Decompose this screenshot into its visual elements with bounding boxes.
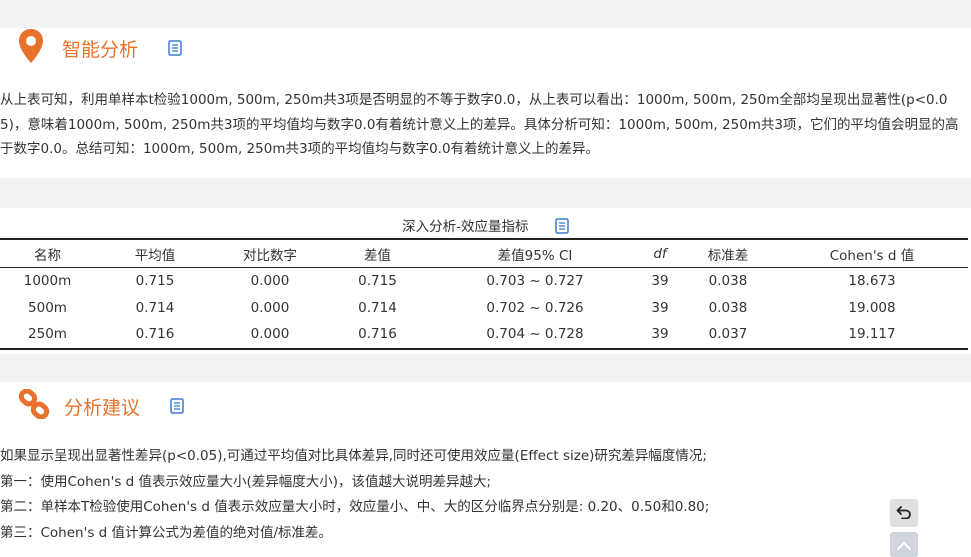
table-cell: 0.715 [135, 273, 175, 290]
document-icon[interactable] [170, 398, 184, 414]
table-row: 500m 0.714 0.000 0.714 0.702 ~ 0.726 39 … [0, 295, 968, 322]
table-cell: 18.673 [848, 273, 896, 290]
table-cell: 0.000 [250, 299, 290, 316]
suggestions-list: 如果显示呈现出显著性差异(p<0.05),可通过平均值对比具体差异,同时还可使用… [0, 444, 709, 546]
suggestion-item: 第三：Cohen's d 值计算公式为差值的绝对值/标准差。 [0, 524, 333, 541]
table-cell: 0.703 ~ 0.727 [486, 273, 584, 290]
location-pin-icon [18, 28, 44, 68]
link-chain-icon [18, 388, 50, 423]
undo-arrow-icon [896, 504, 912, 523]
header-cell: 差值 [364, 247, 391, 264]
table-header-row: 名称 平均值 对比数字 差值 差值95% CI df 标准差 Cohen's d… [0, 240, 968, 268]
scroll-top-button[interactable] [890, 532, 918, 557]
table-cell: 0.714 [358, 299, 397, 316]
table-cell: 19.008 [848, 299, 896, 316]
table-row: 250m 0.716 0.000 0.716 0.704 ~ 0.728 39 … [0, 321, 968, 348]
table-cell: 0.702 ~ 0.726 [486, 299, 584, 316]
suggestion-item: 如果显示呈现出显著性差异(p<0.05),可通过平均值对比具体差异,同时还可使用… [0, 448, 707, 464]
table-cell: 19.117 [848, 326, 896, 343]
table-row: 1000m 0.715 0.000 0.715 0.703 ~ 0.727 39… [0, 268, 968, 295]
header-cell: 差值95% CI [497, 247, 573, 264]
table-cell: 250m [28, 326, 67, 343]
table-cell: 0.000 [250, 326, 290, 343]
analysis-line: 从上表可知，利用单样本t检验1000m, 500m, 250m共3项是否明显的不… [0, 92, 948, 108]
document-icon[interactable] [555, 218, 569, 234]
analysis-line: 5)，意味着1000m, 500m, 250m共3项的平均值均与数字0.0有着统… [0, 116, 959, 133]
header-cell: 平均值 [134, 247, 176, 264]
table-cell: 0.000 [250, 273, 290, 290]
table-cell: 0.715 [358, 273, 397, 290]
header-cell: 名称 [34, 247, 61, 264]
effect-size-table: 名称 平均值 对比数字 差值 差值95% CI df 标准差 Cohen's d… [0, 238, 968, 350]
suggestions-header: 分析建议 [18, 386, 184, 426]
header-cell: df [653, 245, 667, 262]
table-title-text: 深入分析-效应量指标 [402, 219, 529, 235]
table-cell: 0.037 [708, 326, 748, 343]
back-button[interactable] [890, 499, 918, 527]
table-cell: 0.704 ~ 0.728 [486, 326, 584, 343]
suggestions-title: 分析建议 [64, 396, 141, 419]
chevron-up-icon [896, 535, 912, 554]
header-cell: Cohen's d 值 [829, 247, 915, 264]
header-cell: 对比数字 [243, 247, 297, 264]
suggestion-item: 第一：使用Cohen's d 值表示效应量大小(差异幅度大小)，该值越大说明差异… [0, 473, 492, 490]
table-cell: 39 [651, 299, 669, 316]
table-cell: 39 [651, 273, 669, 290]
table-cell: 500m [28, 299, 67, 316]
suggestion-item: 第二：单样本T检验使用Cohen's d 值表示效应量大小时，效应量小、中、大的… [0, 499, 710, 515]
table-cell: 39 [651, 326, 669, 343]
table-cell: 0.038 [708, 299, 748, 316]
smart-analysis-title: 智能分析 [62, 38, 139, 61]
smart-analysis-header: 智能分析 [18, 28, 182, 68]
table-cell: 0.038 [708, 273, 748, 290]
smart-analysis-text: 从上表可知，利用单样本t检验1000m, 500m, 250m共3项是否明显的不… [0, 88, 971, 162]
suggestions-card: 分析建议 如果显示呈现出显著性差异(p<0.05),可通过平均值对比具体差异,同… [0, 382, 971, 557]
table-cell: 1000m [23, 273, 72, 290]
document-icon[interactable] [168, 40, 182, 56]
effect-size-card: 深入分析-效应量指标 名称 平均值 对比数字 差值 差值95% CI df 标准… [0, 208, 971, 354]
table-cell: 0.716 [358, 326, 397, 343]
smart-analysis-card: 智能分析 从上表可知，利用单样本t检验1000m, 500m, 250m共3项是… [0, 28, 971, 178]
header-cell: 标准差 [707, 247, 749, 264]
analysis-line: 于数字0.0。总结可知：1000m, 500m, 250m共3项的平均值均与数字… [0, 141, 600, 157]
table-cell: 0.716 [135, 326, 175, 343]
table-cell: 0.714 [135, 299, 175, 316]
table-title: 深入分析-效应量指标 [0, 215, 971, 235]
